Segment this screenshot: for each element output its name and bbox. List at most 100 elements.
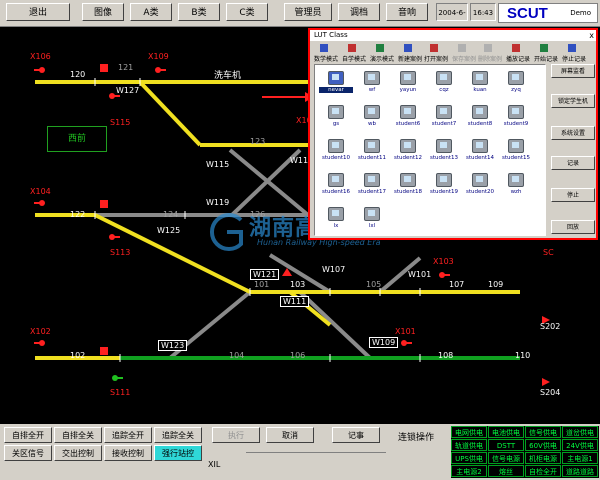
- auto-all-close-button[interactable]: 自排全关: [54, 427, 102, 443]
- switch-w127-track: [138, 80, 202, 147]
- student-computer-item[interactable]: lx: [319, 205, 353, 235]
- signal-s111[interactable]: S111: [110, 388, 130, 397]
- brand-logo: SCUT: [507, 5, 548, 22]
- track-all-close-button[interactable]: 追踪全关: [154, 427, 202, 443]
- student-name: student16: [321, 189, 351, 195]
- execute-button[interactable]: 执行: [212, 427, 260, 443]
- stop-button[interactable]: 停止: [551, 188, 595, 202]
- section-123: 123: [250, 137, 266, 146]
- log-button[interactable]: 记事: [332, 427, 380, 443]
- signal-s115[interactable]: S115: [110, 118, 130, 127]
- student-computer-item[interactable]: wf: [355, 69, 389, 99]
- admin-button[interactable]: 管理员: [284, 3, 332, 21]
- popup-tool-button[interactable]: 打开案例: [424, 54, 448, 63]
- student-computer-item[interactable]: student20: [463, 171, 497, 201]
- student-computer-item[interactable]: student9: [499, 103, 533, 133]
- student-name: kuan: [473, 87, 487, 93]
- force-station-control-button[interactable]: 强行站控: [154, 445, 202, 461]
- switch-w11x[interactable]: W11: [290, 156, 308, 165]
- system-settings-button[interactable]: 系统设置: [551, 126, 595, 140]
- signal-x104[interactable]: X104: [30, 187, 51, 196]
- switch-w127[interactable]: W127: [116, 86, 139, 95]
- student-computer-item[interactable]: wzh: [499, 171, 533, 201]
- popup-tool-button[interactable]: 演示模式: [370, 54, 394, 63]
- close-signal-button[interactable]: 关区信号: [4, 445, 52, 461]
- signal-s204[interactable]: S204: [540, 388, 560, 397]
- computer-icon: [472, 173, 488, 187]
- switch-w119[interactable]: W119: [206, 198, 229, 207]
- student-computer-item[interactable]: student19: [427, 171, 461, 201]
- playback-button[interactable]: 回放: [551, 220, 595, 234]
- view-button[interactable]: 图像: [82, 3, 124, 21]
- sound-button[interactable]: 音响: [386, 3, 428, 21]
- student-computer-item[interactable]: student14: [463, 137, 497, 167]
- signal-x103[interactable]: X103: [433, 257, 454, 266]
- signal-sc[interactable]: SC: [543, 248, 554, 257]
- receive-control-button[interactable]: 接收控制: [104, 445, 152, 461]
- student-computer-item[interactable]: wb: [355, 103, 389, 133]
- signal-x101[interactable]: X101: [395, 327, 416, 336]
- popup-tool-button[interactable]: 播放记录: [506, 54, 530, 63]
- switch-w107[interactable]: W107: [322, 265, 345, 274]
- switch-w115[interactable]: W115: [206, 160, 229, 169]
- computer-icon: [328, 139, 344, 153]
- popup-tool-button[interactable]: 开始记录: [534, 54, 558, 63]
- popup-tool-button[interactable]: 删除案例: [478, 54, 502, 63]
- student-computer-item[interactable]: student13: [427, 137, 461, 167]
- class-b-button[interactable]: B类: [178, 3, 220, 21]
- status-indicator: 熔丝: [488, 465, 524, 477]
- cancel-button[interactable]: 取消: [266, 427, 314, 443]
- student-computer-item[interactable]: student11: [355, 137, 389, 167]
- class-c-button[interactable]: C类: [226, 3, 268, 21]
- signal-s202[interactable]: S202: [540, 322, 560, 331]
- popup-tool-button[interactable]: 停止记录: [562, 54, 586, 63]
- student-computer-item[interactable]: gs: [319, 103, 353, 133]
- auto-all-open-button[interactable]: 自排全开: [4, 427, 52, 443]
- record-button[interactable]: 记录: [551, 156, 595, 170]
- student-computer-item[interactable]: nevar: [319, 69, 353, 99]
- switch-w123[interactable]: W123: [158, 340, 188, 351]
- student-computer-item[interactable]: student7: [427, 103, 461, 133]
- student-computer-item[interactable]: student8: [463, 103, 497, 133]
- student-computer-item[interactable]: student10: [319, 137, 353, 167]
- switch-w101[interactable]: W101: [408, 270, 431, 279]
- track-all-open-button[interactable]: 追踪全开: [104, 427, 152, 443]
- student-computer-item[interactable]: student6: [391, 103, 425, 133]
- student-computer-item[interactable]: yayun: [391, 69, 425, 99]
- screen-monitor-button[interactable]: 屏幕监看: [551, 64, 595, 78]
- student-computer-item[interactable]: student16: [319, 171, 353, 201]
- xil-label: XIL: [208, 460, 221, 469]
- switch-w125[interactable]: W125: [157, 226, 180, 235]
- student-computer-item[interactable]: student12: [391, 137, 425, 167]
- signal-x106[interactable]: X106: [30, 52, 51, 61]
- student-computer-item[interactable]: zyq: [499, 69, 533, 99]
- student-computer-item[interactable]: lxl: [355, 205, 389, 235]
- exit-button[interactable]: 退出: [6, 3, 70, 21]
- close-icon[interactable]: x: [589, 30, 594, 41]
- student-computer-item[interactable]: kuan: [463, 69, 497, 99]
- signal-x102[interactable]: X102: [30, 327, 51, 336]
- class-a-button[interactable]: A类: [130, 3, 172, 21]
- student-computer-item[interactable]: student18: [391, 171, 425, 201]
- archive-button[interactable]: 调档: [338, 3, 380, 21]
- student-computer-item[interactable]: student15: [499, 137, 533, 167]
- switch-w121[interactable]: W121: [250, 269, 280, 280]
- lock-student-button[interactable]: 锁定学生机: [551, 94, 595, 108]
- computer-icon: [400, 105, 416, 119]
- brand-panel: SCUT Demo: [498, 3, 598, 23]
- popup-tool-button[interactable]: 自学模式: [342, 54, 366, 63]
- student-computer-item[interactable]: student17: [355, 171, 389, 201]
- toolbar-tool-icon: [404, 44, 412, 52]
- computer-icon: [472, 139, 488, 153]
- popup-tool-button[interactable]: 新建案例: [398, 54, 422, 63]
- signal-x109[interactable]: X109: [148, 52, 169, 61]
- hand-over-control-button[interactable]: 交出控制: [54, 445, 102, 461]
- section-110: 110: [515, 351, 531, 360]
- student-computer-item[interactable]: cqz: [427, 69, 461, 99]
- divider: [246, 452, 386, 453]
- signal-s113[interactable]: S113: [110, 248, 130, 257]
- switch-w111[interactable]: W111: [280, 296, 310, 307]
- popup-tool-button[interactable]: 保存案例: [452, 54, 476, 63]
- switch-w109[interactable]: W109: [369, 337, 399, 348]
- popup-tool-button[interactable]: 数学模式: [314, 54, 338, 63]
